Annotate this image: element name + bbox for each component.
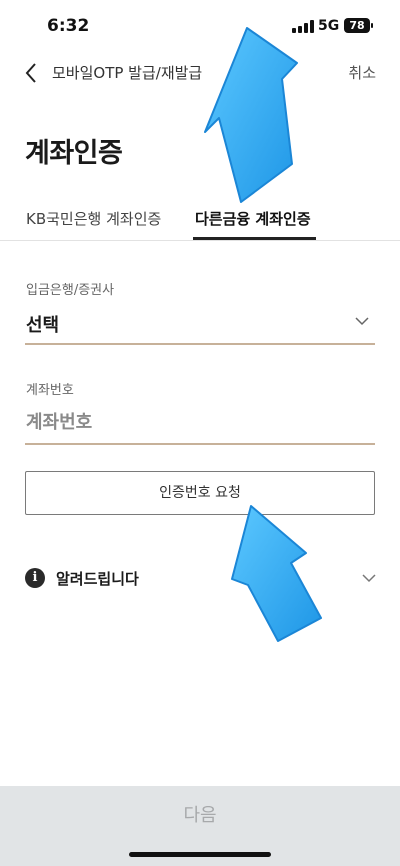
- battery-icon: 78: [344, 18, 370, 33]
- page-title: 계좌인증: [25, 138, 123, 169]
- notice-chevron-down-icon[interactable]: [359, 568, 379, 588]
- account-field-label: 계좌번호: [26, 383, 74, 398]
- tab-kb-account-auth[interactable]: KB국민은행 계좌인증: [26, 208, 161, 229]
- arrow-to-tab-icon: [204, 27, 298, 203]
- active-tab-indicator: [193, 237, 316, 240]
- bottom-bar: 다음: [0, 786, 400, 866]
- cancel-button[interactable]: 취소: [348, 62, 376, 83]
- signal-icon: [292, 20, 314, 33]
- next-button[interactable]: 다음: [0, 786, 400, 850]
- chevron-left-icon: [25, 63, 36, 83]
- status-time: 6:32: [47, 16, 90, 36]
- battery-tip: [371, 23, 373, 28]
- bank-field-label: 입금은행/증권사: [26, 283, 115, 298]
- chevron-down-icon[interactable]: [352, 311, 372, 331]
- account-field-underline: [25, 443, 375, 445]
- tab-other-account-auth[interactable]: 다른금융 계좌인증: [195, 208, 311, 229]
- back-button[interactable]: [20, 58, 46, 88]
- request-code-button[interactable]: 인증번호 요청: [25, 471, 375, 515]
- tab-bar: KB국민은행 계좌인증 다른금융 계좌인증: [0, 200, 400, 241]
- status-bar: 6:32 5G 78: [0, 0, 400, 52]
- header-title: 모바일OTP 발급/재발급: [52, 64, 203, 82]
- home-indicator: [129, 852, 271, 857]
- account-number-input[interactable]: [26, 408, 366, 436]
- bank-select[interactable]: 선택: [26, 311, 59, 337]
- bank-field-underline: [25, 343, 375, 345]
- notice-label[interactable]: 알려드립니다: [56, 568, 139, 589]
- arrow-to-request-button-icon: [231, 505, 322, 642]
- network-label: 5G: [318, 18, 340, 34]
- info-icon: i: [25, 568, 45, 588]
